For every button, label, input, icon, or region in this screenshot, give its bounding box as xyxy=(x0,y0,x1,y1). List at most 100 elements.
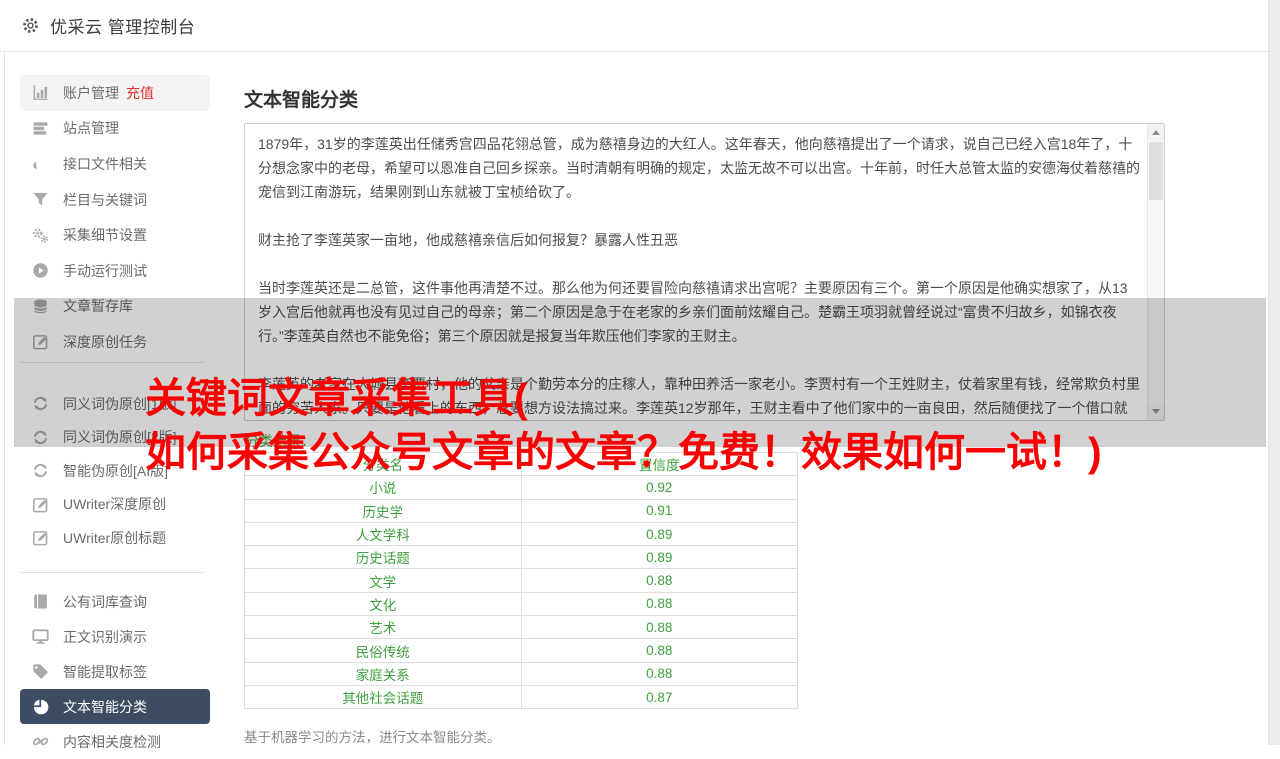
article-paragraph: 财主抢了李莲英家一亩地，他成慈禧亲信后如何报复？暴露人性丑恶 xyxy=(258,232,678,248)
scroll-down-icon[interactable] xyxy=(1148,403,1164,420)
sidebar-item[interactable]: 账户管理 充值 xyxy=(20,75,210,111)
sidebar-item[interactable]: 采集细节设置 xyxy=(20,217,210,253)
table-cell: 文化 xyxy=(244,591,522,617)
sidebar-item[interactable]: 同义词伪原创[1版] xyxy=(20,387,210,421)
sidebar-item[interactable]: 文章暂存库 xyxy=(20,289,210,325)
article-paragraph: 1879年，31岁的李莲英出任储秀宫四品花翎总管，成为慈禧身边的大红人。这年春天… xyxy=(258,136,1140,200)
sidebar-item-label: 正文识别演示 xyxy=(63,628,147,645)
sidebar-item[interactable]: UWriter原创标题 xyxy=(20,521,210,555)
sidebar-item[interactable]: 站点管理 xyxy=(20,111,210,147)
article-input[interactable]: 1879年，31岁的李莲英出任储秀宫四品花翎总管，成为慈禧身边的大红人。这年春天… xyxy=(244,123,1165,421)
recharge-badge[interactable]: 充值 xyxy=(126,83,154,103)
table-row: 文化 0.88 xyxy=(244,591,798,617)
table-cell: 文学 xyxy=(244,568,522,593)
table-cell: 民俗传统 xyxy=(244,638,522,663)
sidebar-item[interactable]: 栏目与关键词 xyxy=(20,182,210,218)
result-table-head: 分类名 置信度 xyxy=(244,451,798,477)
table-cell: 艺术 xyxy=(244,615,522,640)
table-row: 文学 0.88 xyxy=(244,568,798,593)
sidebar-item[interactable]: 文本智能分类 xyxy=(20,689,210,725)
link-icon xyxy=(32,733,49,750)
table-row: 人文学科 0.89 xyxy=(244,521,798,547)
table-cell: 0.88 xyxy=(520,568,798,593)
server-icon xyxy=(32,120,49,137)
table-cell: 小说 xyxy=(244,475,522,500)
table-cell: 历史学 xyxy=(244,498,522,523)
sidebar-item-label: 同义词伪原创[2版] xyxy=(63,429,177,445)
table-cell: 0.88 xyxy=(520,661,798,686)
table-cell: 0.87 xyxy=(520,684,798,710)
sidebar-item[interactable]: 手动运行测试 xyxy=(20,253,210,289)
page-title: 文本智能分类 xyxy=(244,90,359,111)
refresh-icon xyxy=(32,429,49,446)
table-cell: 0.88 xyxy=(520,591,798,617)
table-header-cell: 分类名 xyxy=(244,451,522,477)
sidebar-item-label: 接口文件相关 xyxy=(63,155,147,172)
bar-chart-icon xyxy=(32,84,49,101)
sidebar-item[interactable]: 正文识别演示 xyxy=(20,619,210,654)
gear-icon xyxy=(22,17,39,34)
book-icon xyxy=(32,593,49,610)
result-table: 分类名 置信度 小说 0.92 历史学 0.91 人文学科 0.89 历史话题 0.89 文学 0.… xyxy=(244,451,798,710)
refresh-icon xyxy=(32,462,49,479)
sidebar-item-label: 账户管理 xyxy=(63,84,119,101)
sidebar-item[interactable]: UWriter深度原创 xyxy=(20,487,210,521)
table-cell: 0.89 xyxy=(520,545,798,570)
table-cell: 家庭关系 xyxy=(244,661,522,686)
table-cell: 其他社会话题 xyxy=(244,684,522,710)
result-label: 分类结果： xyxy=(245,433,315,449)
sidebar-item[interactable]: 接口文件相关 xyxy=(20,146,210,182)
sidebar-item-label: 栏目与关键词 xyxy=(63,191,147,208)
sidebar-item-label: UWriter原创标题 xyxy=(63,529,167,546)
table-row: 其他社会话题 0.87 xyxy=(244,684,798,710)
textarea-scrollbar[interactable] xyxy=(1147,124,1164,420)
table-row: 家庭关系 0.88 xyxy=(244,661,798,686)
page-scrollbar[interactable] xyxy=(1268,0,1280,745)
table-cell: 0.89 xyxy=(520,521,798,547)
sidebar-item-label: 手动运行测试 xyxy=(63,262,147,279)
gears-icon xyxy=(32,227,49,244)
table-cell: 0.92 xyxy=(520,475,798,500)
sidebar-item-label: 文本智能分类 xyxy=(63,698,147,715)
table-header-cell: 置信度 xyxy=(520,451,798,477)
scroll-thumb[interactable] xyxy=(1149,142,1163,200)
sidebar-item[interactable]: 深度原创任务 xyxy=(20,324,210,360)
result-table-body: 小说 0.92 历史学 0.91 人文学科 0.89 历史话题 0.89 文学 0.88 文化 0.8… xyxy=(244,475,798,710)
table-row: 民俗传统 0.88 xyxy=(244,638,798,663)
sidebar-item-label: 同义词伪原创[1版] xyxy=(63,395,177,412)
sidebar-item[interactable]: 同义词伪原创[2版] xyxy=(20,420,210,454)
sidebar-item-label: 智能提取标签 xyxy=(63,663,147,680)
table-cell: 0.91 xyxy=(520,498,798,523)
sidebar-item-label: 站点管理 xyxy=(63,120,119,137)
table-cell: 0.88 xyxy=(520,638,798,663)
table-row: 历史学 0.91 xyxy=(244,498,798,523)
table-row: 艺术 0.88 xyxy=(244,615,798,640)
database-icon xyxy=(32,298,49,315)
section-divider xyxy=(20,361,204,363)
edit-icon xyxy=(32,333,49,350)
sidebar-item-label: 内容相关度检测 xyxy=(63,733,161,750)
app-title: 优采云 管理控制台 xyxy=(50,18,196,37)
sidebar-item-label: UWriter深度原创 xyxy=(63,496,167,512)
edit-icon xyxy=(32,529,49,546)
table-row: 小说 0.92 xyxy=(244,475,798,500)
sidebar-item-label: 深度原创任务 xyxy=(63,333,147,350)
sidebar-item[interactable]: 内容相关度检测 xyxy=(20,724,210,759)
scroll-up-icon[interactable] xyxy=(1148,124,1164,141)
app-header: 优采云 管理控制台 xyxy=(0,0,1280,52)
table-cell: 人文学科 xyxy=(244,521,522,547)
sidebar-item-label: 采集细节设置 xyxy=(63,227,147,244)
article-text: 1879年，31岁的李莲英出任储秀宫四品花翎总管，成为慈禧身边的大红人。这年春天… xyxy=(245,124,1146,420)
table-cell: 历史话题 xyxy=(244,545,522,570)
sidebar-item[interactable]: 智能伪原创[AI版] xyxy=(20,454,210,488)
article-paragraph: 李莲英的老家在大城县李贾村，他的父亲是个勤劳本分的庄稼人，靠种田养活一家老小。李… xyxy=(258,376,1140,416)
tag-icon xyxy=(32,663,49,680)
table-row: 历史话题 0.89 xyxy=(244,545,798,570)
sidebar-item[interactable]: 公有词库查询 xyxy=(20,584,210,619)
sidebar-item[interactable]: 智能提取标签 xyxy=(20,654,210,689)
filter-icon xyxy=(32,191,49,208)
sidebar: 账户管理 充值 站点管理 接口文件相关 栏目与关键词 采集细节设置 手动运行测试 文章暂存库深… xyxy=(14,52,210,759)
content-left-border xyxy=(4,52,5,745)
edit-icon xyxy=(32,496,49,513)
section-divider xyxy=(20,572,204,574)
